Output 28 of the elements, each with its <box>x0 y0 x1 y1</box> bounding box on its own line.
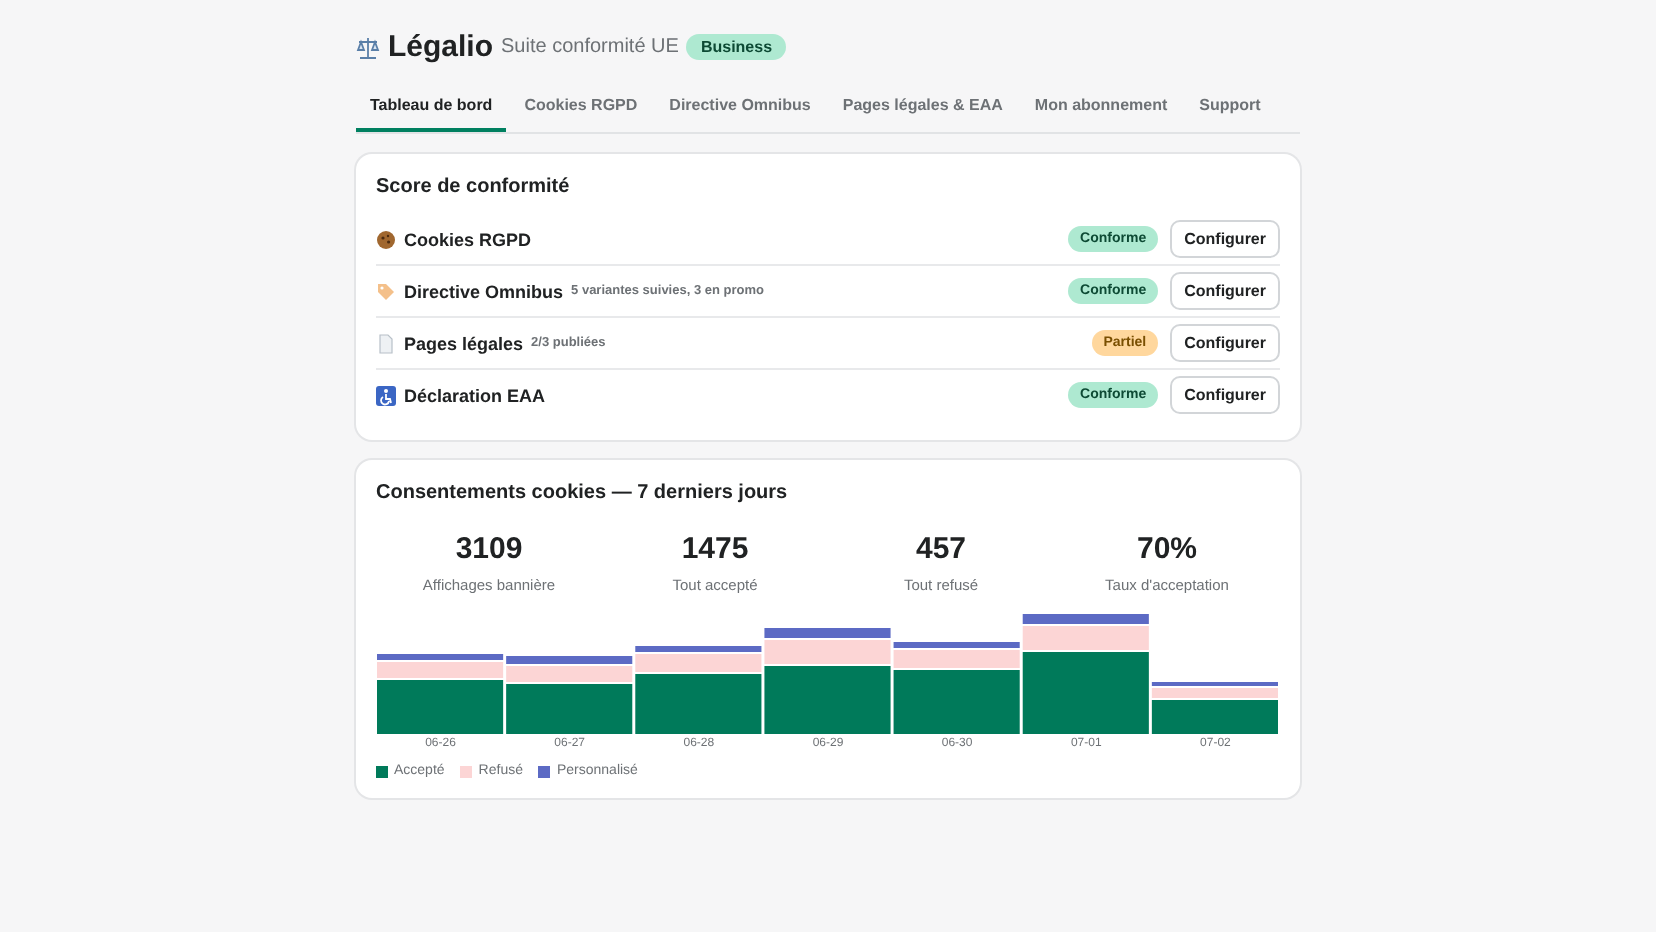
nav-tab[interactable]: Directive Omnibus <box>655 84 825 132</box>
cookie-icon <box>376 229 396 249</box>
card-title: Consentements cookies — 7 derniers jours <box>376 482 790 504</box>
configure-button[interactable]: Configurer <box>1170 324 1280 362</box>
nav-tab[interactable]: Mon abonnement <box>1020 84 1182 132</box>
configure-button[interactable]: Configurer <box>1170 376 1280 414</box>
item-name: Directive Omnibus <box>404 281 564 301</box>
nav-tab[interactable]: Pages légales & EAA <box>828 84 1017 132</box>
tag-icon <box>376 281 396 301</box>
card-title: Score de conformité <box>376 176 572 198</box>
item-name: Déclaration EAA <box>404 385 546 405</box>
configure-button[interactable]: Configurer <box>1170 272 1280 310</box>
scales-icon <box>356 35 380 59</box>
plan-badge: Business <box>686 34 787 60</box>
app-subtitle: Suite conformité UE <box>501 36 679 58</box>
nav-tab[interactable]: Cookies RGPD <box>510 84 652 132</box>
item-name: Cookies RGPD <box>404 229 532 249</box>
app-title: Légalio <box>388 30 494 64</box>
item-name: Pages légales <box>404 333 524 353</box>
configure-button[interactable]: Configurer <box>1170 220 1280 258</box>
stat-value: 457 <box>915 532 967 566</box>
nav-tab[interactable]: Support <box>1185 84 1275 132</box>
stat-value: 1475 <box>681 532 749 566</box>
document-icon <box>376 333 396 353</box>
stat-value: 70% <box>1136 532 1198 566</box>
accessibility-icon <box>376 385 396 405</box>
stat-value: 3109 <box>455 532 523 566</box>
nav-tab[interactable]: Tableau de bord <box>356 84 507 132</box>
